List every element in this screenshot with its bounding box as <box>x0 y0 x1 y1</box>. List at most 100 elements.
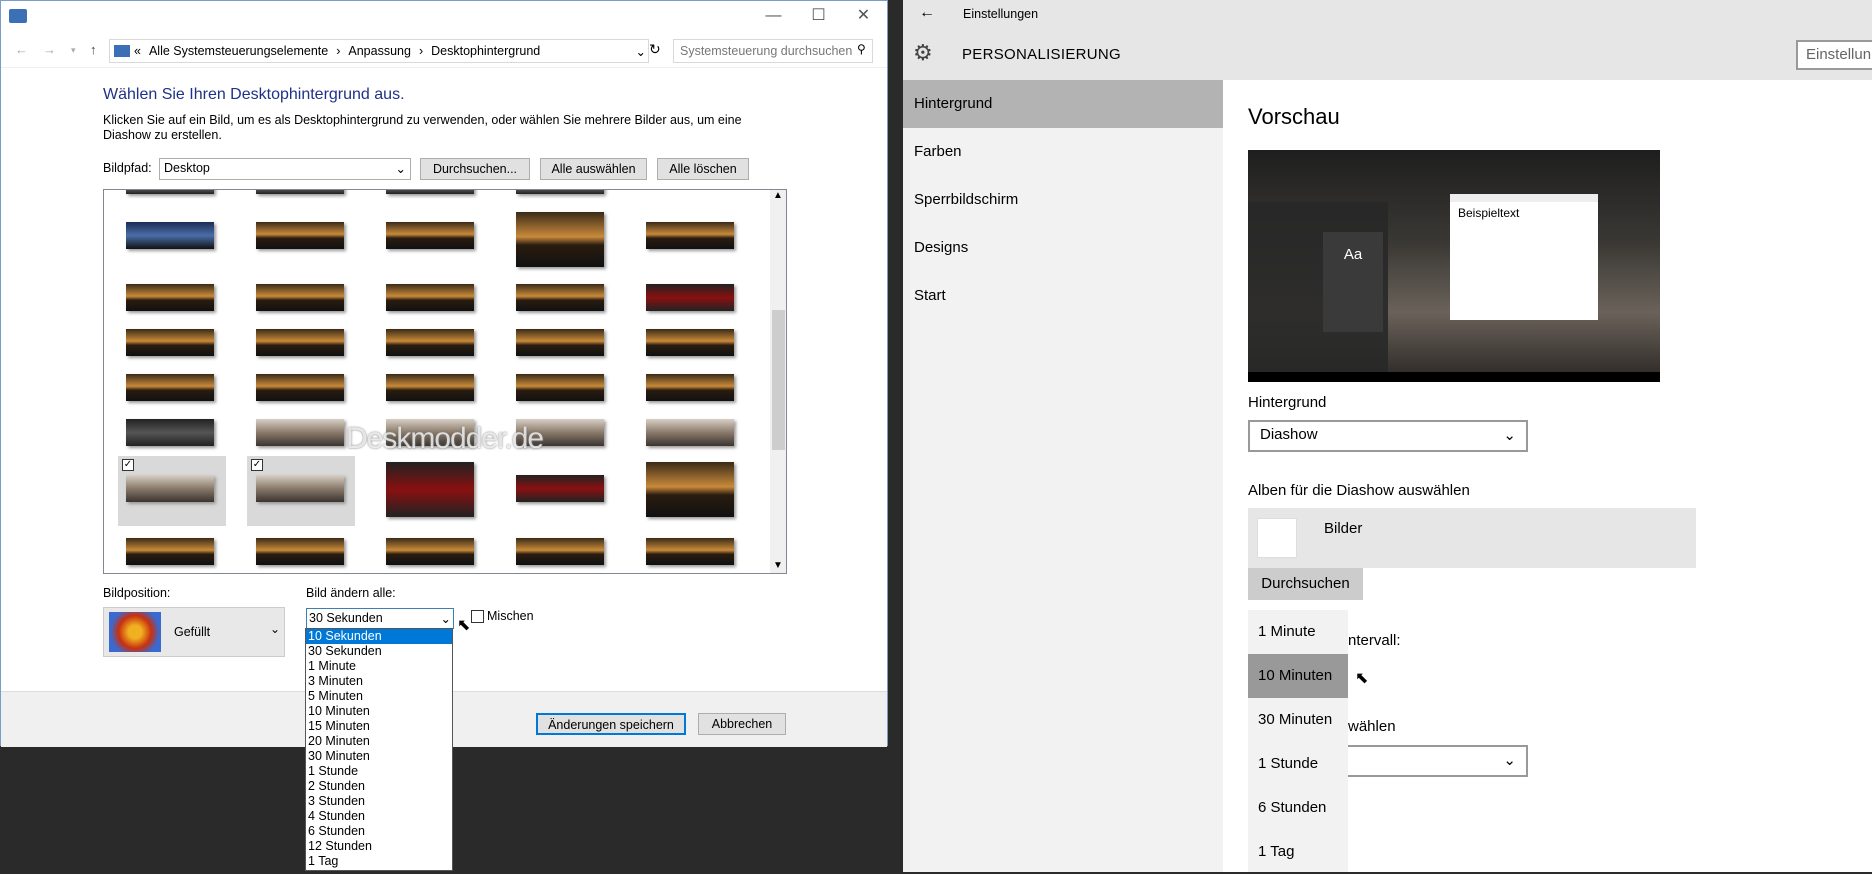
interval-option[interactable]: 10 Sekunden <box>306 629 452 644</box>
interval-option[interactable]: 30 Minuten <box>306 749 452 764</box>
image-thumbnail[interactable] <box>646 419 734 446</box>
interval-option[interactable]: 30 Sekunden <box>306 644 452 659</box>
save-button[interactable]: Änderungen speichern <box>536 713 686 735</box>
interval-option[interactable]: 1 Stunde <box>306 764 452 779</box>
image-thumbnail[interactable] <box>386 190 474 194</box>
image-thumbnail[interactable] <box>256 284 344 311</box>
interval-select[interactable]: 30 Sekunden ⌄ <box>306 608 454 629</box>
browse-button[interactable]: Durchsuchen... <box>420 158 530 180</box>
nav-colors[interactable]: Farben <box>903 128 1223 176</box>
refresh-icon[interactable]: ↻ <box>649 41 661 58</box>
crumb-all-items[interactable]: Alle Systemsteuerungselemente <box>149 44 328 58</box>
album-item[interactable]: Bilder <box>1248 508 1696 568</box>
interval-option[interactable]: 20 Minuten <box>306 734 452 749</box>
cancel-button[interactable]: Abbrechen <box>698 713 786 735</box>
nav-themes[interactable]: Designs <box>903 224 1223 272</box>
scrollbar[interactable]: ▲ ▼ <box>770 190 786 573</box>
image-thumbnail[interactable] <box>516 212 604 267</box>
close-icon[interactable]: ✕ <box>841 1 886 31</box>
clear-all-button[interactable]: Alle löschen <box>657 158 749 180</box>
image-thumbnail[interactable] <box>126 190 214 194</box>
image-thumbnail[interactable] <box>256 190 344 194</box>
image-thumbnail[interactable] <box>126 374 214 401</box>
up-icon[interactable]: ↑ <box>90 42 97 57</box>
interval-option[interactable]: 4 Stunden <box>306 809 452 824</box>
crumb-personalization[interactable]: Anpassung <box>348 44 411 58</box>
interval-option[interactable]: 10 Minuten <box>306 704 452 719</box>
interval-option[interactable]: 6 Stunden <box>306 824 452 839</box>
interval-option[interactable]: 1 Tag <box>306 854 452 869</box>
nav-start[interactable]: Start <box>903 272 1223 320</box>
maximize-icon[interactable]: ☐ <box>796 1 841 31</box>
interval-option[interactable]: 1 Minute <box>1248 610 1348 654</box>
interval-option[interactable]: 1 Stunde <box>1248 742 1348 786</box>
interval-option[interactable]: 10 Minuten <box>1248 654 1348 698</box>
interval-option[interactable]: 5 Minuten <box>306 689 452 704</box>
back-arrow-icon[interactable]: ← <box>919 4 935 22</box>
image-thumbnail[interactable] <box>126 475 214 502</box>
scroll-down-icon[interactable]: ▼ <box>773 560 783 571</box>
image-thumbnail[interactable] <box>256 538 344 565</box>
scroll-up-icon[interactable]: ▲ <box>773 190 783 201</box>
image-thumbnail[interactable] <box>516 284 604 311</box>
shuffle-checkbox[interactable] <box>471 610 484 623</box>
image-thumbnail[interactable] <box>516 374 604 401</box>
interval-option[interactable]: 1 Minute <box>306 659 452 674</box>
image-thumbnail[interactable] <box>126 329 214 356</box>
breadcrumb-overflow[interactable]: « <box>134 44 141 58</box>
nav-background[interactable]: Hintergrund <box>903 80 1223 128</box>
background-select[interactable]: Diashow ⌄ <box>1248 420 1528 452</box>
scrollbar-thumb[interactable] <box>772 310 785 450</box>
select-all-button[interactable]: Alle auswählen <box>540 158 647 180</box>
crumb-background[interactable]: Desktophintergrund <box>431 44 540 58</box>
interval-option[interactable]: 3 Stunden <box>306 794 452 809</box>
image-thumbnail[interactable] <box>256 419 344 446</box>
forward-icon[interactable]: → <box>43 42 56 57</box>
position-select[interactable]: Gefüllt ⌄ <box>103 607 285 657</box>
interval-option[interactable]: 6 Stunden <box>1248 786 1348 830</box>
fit-select[interactable]: ⌄ <box>1348 745 1528 777</box>
interval-option[interactable]: 30 Minuten <box>1248 698 1348 742</box>
image-thumbnail[interactable] <box>646 538 734 565</box>
image-thumbnail[interactable] <box>256 222 344 249</box>
browse-button[interactable]: Durchsuchen <box>1248 568 1363 600</box>
image-thumbnail[interactable] <box>386 538 474 565</box>
image-thumbnail[interactable] <box>646 222 734 249</box>
image-thumbnail[interactable] <box>646 374 734 401</box>
nav-lock-screen[interactable]: Sperrbildschirm <box>903 176 1223 224</box>
interval-option[interactable]: 12 Stunden <box>306 839 452 854</box>
interval-option[interactable]: 15 Minuten <box>306 719 452 734</box>
image-thumbnail[interactable] <box>386 284 474 311</box>
image-thumbnail[interactable] <box>516 329 604 356</box>
checkbox-checked-icon[interactable]: ✓ <box>122 459 134 471</box>
image-thumbnail[interactable] <box>516 475 604 502</box>
image-thumbnail[interactable] <box>516 538 604 565</box>
chevron-down-icon[interactable]: ▾ <box>71 45 76 56</box>
search-input[interactable]: Systemsteuerung durchsuchen <box>673 39 873 63</box>
minimize-icon[interactable]: — <box>751 1 796 31</box>
image-thumbnail[interactable] <box>386 374 474 401</box>
back-icon[interactable]: ← <box>15 42 28 57</box>
settings-search-input[interactable]: Einstellun <box>1796 40 1872 70</box>
breadcrumb[interactable]: « Alle Systemsteuerungselemente › Anpassu… <box>109 39 649 63</box>
image-thumbnail[interactable] <box>386 329 474 356</box>
image-thumbnail[interactable] <box>126 538 214 565</box>
image-thumbnail[interactable] <box>386 462 474 517</box>
interval-option[interactable]: 1 Tag <box>1248 830 1348 874</box>
image-thumbnail[interactable] <box>516 190 604 194</box>
checkbox-checked-icon[interactable]: ✓ <box>251 459 263 471</box>
image-thumbnail[interactable] <box>256 475 344 502</box>
image-thumbnail[interactable] <box>646 462 734 517</box>
dropdown-chevron-icon[interactable]: ⌄ <box>636 44 646 59</box>
image-thumbnail[interactable] <box>126 419 214 446</box>
interval-option[interactable]: 3 Minuten <box>306 674 452 689</box>
image-thumbnail[interactable] <box>256 329 344 356</box>
image-thumbnail[interactable] <box>126 222 214 249</box>
image-thumbnail[interactable] <box>256 374 344 401</box>
path-select[interactable]: Desktop ⌄ <box>159 158 411 180</box>
image-thumbnail[interactable] <box>386 222 474 249</box>
interval-option[interactable]: 2 Stunden <box>306 779 452 794</box>
image-thumbnail[interactable] <box>646 329 734 356</box>
image-thumbnail[interactable] <box>126 284 214 311</box>
image-thumbnail[interactable] <box>646 284 734 311</box>
